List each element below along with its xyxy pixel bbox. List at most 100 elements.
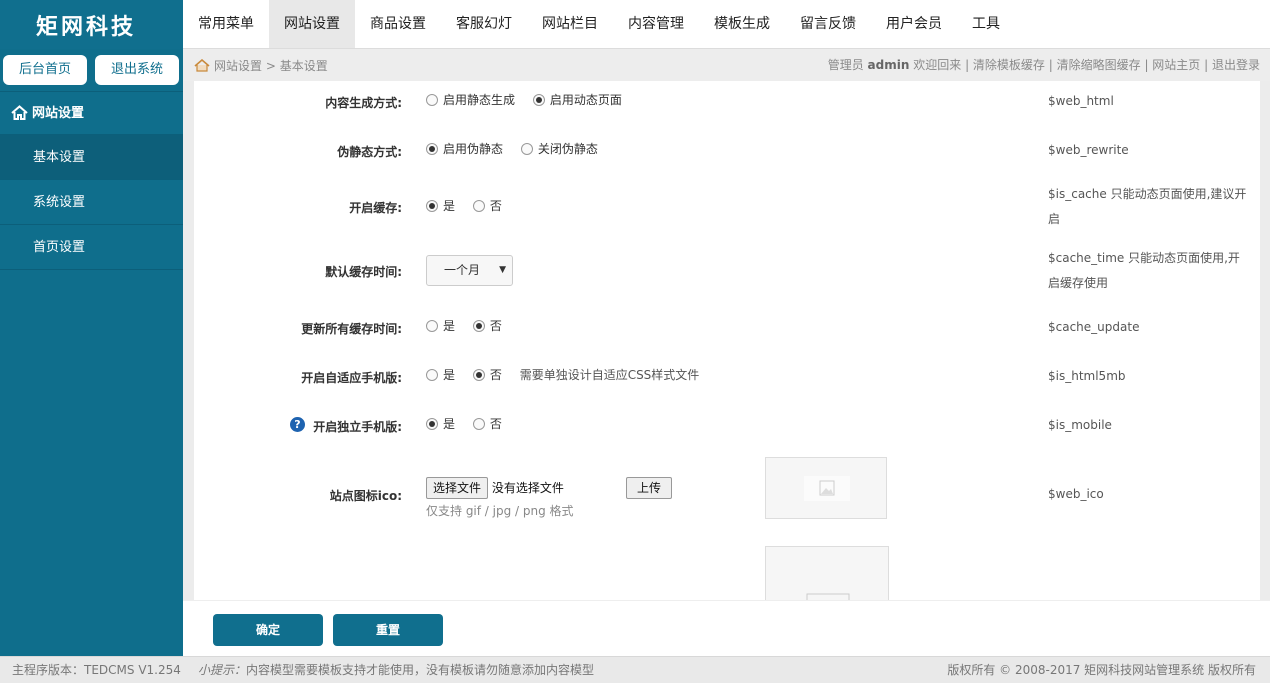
top-navigation: 常用菜单 网站设置 商品设置 客服幻灯 网站栏目 内容管理 模板生成 留言反馈 … [183,0,1270,49]
cache-yes-radio[interactable] [426,200,438,212]
settings-form: 内容生成方式: 启用静态生成 启用动态页面 $web_html 伪静态方式: 启… [194,81,1260,600]
clear-template-cache-link[interactable]: 清除模板缓存 [973,58,1045,72]
logout-button[interactable]: 退出系统 [95,55,179,85]
cache-no-label: 否 [489,199,502,213]
html5mb-note: 需要单独设计自适应CSS样式文件 [519,368,700,382]
cache-time-label: 默认缓存时间: [325,265,402,279]
html5mb-no-label: 否 [489,368,502,382]
cache-update-no-label: 否 [489,319,502,333]
footer-tip: 小提示：内容模型需要模板支持才能使用，没有模板请勿随意添加内容模型 [198,657,594,683]
content-mode-static-label: 启用静态生成 [443,93,516,107]
content-mode-label: 内容生成方式: [325,96,402,110]
content-mode-var: $web_html [1048,94,1114,108]
breadcrumb: 网站设置 > 基本设置 [194,57,328,74]
version-text: 主程序版本：TEDCMS V1.254 [12,663,181,677]
ico-var: $web_ico [1048,487,1104,501]
copyright-text: 版权所有 © 2008-2017 矩网科技网站管理系统 版权所有 [947,663,1256,677]
html5mb-field: 是 否 需要单独设计自适应CSS样式文件 [426,366,699,383]
mobile-yes-radio[interactable] [426,418,438,430]
mobile-label: 开启独立手机版: [313,420,402,434]
rewrite-on-radio[interactable] [426,143,438,155]
nav-service-slides[interactable]: 客服幻灯 [441,0,527,48]
logo-preview [765,546,889,600]
breadcrumb-bar: 网站设置 > 基本设置 管理员 admin 欢迎回来 | 清除模板缓存 | 清除… [183,49,1270,81]
nav-content-management[interactable]: 内容管理 [613,0,699,48]
mobile-no-label: 否 [489,417,502,431]
nav-tools[interactable]: 工具 [957,0,1015,48]
html5mb-var: $is_html5mb [1048,369,1126,383]
cache-time-var: $cache_time 只能动态页面使用,开启缓存使用 [1048,251,1240,290]
admin-name: admin [867,58,910,72]
site-home-link[interactable]: 网站主页 [1152,58,1200,72]
cache-update-yes-radio[interactable] [426,320,438,332]
nav-common-menu[interactable]: 常用菜单 [183,0,269,48]
mobile-field: 是 否 [426,415,516,432]
cache-field: 是 否 [426,197,516,214]
nav-template-generate[interactable]: 模板生成 [699,0,785,48]
nav-site-settings[interactable]: 网站设置 [269,0,355,48]
cache-time-value: 一个月 [444,263,481,277]
welcome-text: 欢迎回来 [913,58,962,72]
mobile-var: $is_mobile [1048,418,1112,432]
nav-site-columns[interactable]: 网站栏目 [527,0,613,48]
sidebar-item-system-settings[interactable]: 系统设置 [0,180,183,225]
cache-time-select[interactable]: 一个月 ▼ [426,255,513,286]
reset-button[interactable]: 重置 [333,614,443,646]
nav-members[interactable]: 用户会员 [871,0,957,48]
sidebar-item-basic-settings[interactable]: 基本设置 [0,135,183,180]
cache-yes-label: 是 [443,199,456,213]
site-logo: 矩网科技 [0,0,183,49]
nav-feedback[interactable]: 留言反馈 [785,0,871,48]
upload-button[interactable]: 上传 [626,477,673,499]
choose-file-button[interactable]: 选择文件 [426,477,489,499]
cache-update-field: 是 否 [426,317,516,334]
sidebar-section-site-settings[interactable]: 网站设置 [0,91,183,135]
cache-update-label: 更新所有缓存时间: [301,322,402,336]
html5mb-yes-label: 是 [443,368,456,382]
home-icon [11,105,28,120]
mobile-no-radio[interactable] [472,418,485,430]
ico-hint: 仅支持 gif / jpg / png 格式 [426,504,574,518]
sidebar: 后台首页 退出系统 网站设置 基本设置 系统设置 首页设置 [0,49,183,656]
nav-product-settings[interactable]: 商品设置 [355,0,441,48]
cache-update-yes-label: 是 [443,319,456,333]
tip-prefix: 小提示： [198,663,247,677]
cache-update-var: $cache_update [1048,320,1140,334]
confirm-button[interactable]: 确定 [213,614,323,646]
admin-prefix: 管理员 [827,58,864,72]
content-mode-field: 启用静态生成 启用动态页面 [426,91,636,108]
image-placeholder-icon [806,593,850,600]
backend-home-button[interactable]: 后台首页 [3,55,87,85]
cache-update-no-radio[interactable] [472,320,485,332]
cache-label: 开启缓存: [349,201,402,215]
tip-text: 内容模型需要模板支持才能使用，没有模板请勿随意添加内容模型 [246,663,595,677]
chevron-down-icon: ▼ [499,265,506,275]
form-actions: 确定 重置 [183,600,1270,656]
ico-file-field: 选择文件 没有选择文件 [426,477,564,499]
rewrite-var: $web_rewrite [1048,143,1129,157]
rewrite-off-label: 关闭伪静态 [537,142,598,156]
clear-thumbnail-cache-link[interactable]: 清除缩略图缓存 [1057,58,1141,72]
sidebar-item-home-settings[interactable]: 首页设置 [0,225,183,270]
ico-label: 站点图标ico: [329,489,402,503]
rewrite-off-radio[interactable] [520,143,533,155]
breadcrumb-current: 基本设置 [279,59,328,73]
html5mb-label: 开启自适应手机版: [301,371,402,385]
html5mb-yes-radio[interactable] [426,369,438,381]
breadcrumb-root[interactable]: 网站设置 [214,59,262,73]
breadcrumb-separator: > [265,59,276,73]
cache-var: $is_cache 只能动态页面使用,建议开启 [1048,187,1247,226]
ico-preview [765,457,887,519]
html5mb-no-radio[interactable] [472,369,485,381]
cache-time-field: 一个月 ▼ [426,255,513,286]
rewrite-label: 伪静态方式: [337,145,402,159]
content-mode-dynamic-label: 启用动态页面 [549,93,622,107]
content-mode-dynamic-radio[interactable] [532,94,545,106]
logout-link[interactable]: 退出登录 [1212,58,1260,72]
rewrite-field: 启用伪静态 关闭伪静态 [426,140,612,157]
cache-no-radio[interactable] [472,200,485,212]
image-placeholder-icon [804,476,850,501]
content-mode-static-radio[interactable] [426,94,438,106]
admin-links: 管理员 admin 欢迎回来 | 清除模板缓存 | 清除缩略图缓存 | 网站主页… [827,58,1260,72]
ico-upload-field: 上传 [626,477,673,499]
